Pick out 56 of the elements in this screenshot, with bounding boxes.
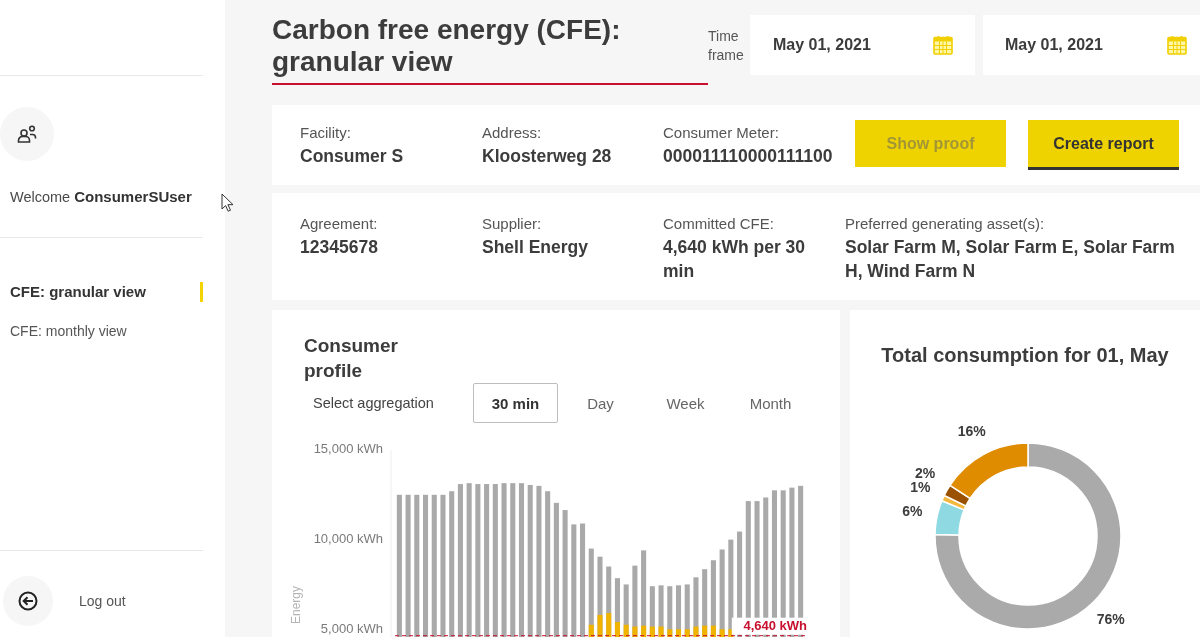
field-label: Facility: bbox=[300, 123, 352, 143]
chart-title: Total consumption for 01, May bbox=[881, 343, 1169, 368]
sidebar-nav-item[interactable]: CFE: granular view bbox=[0, 282, 203, 302]
cfe-bar bbox=[649, 626, 655, 637]
axis-title: Energy bbox=[289, 586, 303, 624]
axis-tick-label: 10,000 kWh bbox=[313, 531, 383, 547]
aggregation-label: Select aggregation bbox=[313, 395, 435, 411]
cfe-bar bbox=[606, 613, 612, 637]
sidebar-nav-item[interactable]: CFE: monthly view bbox=[0, 321, 203, 341]
field-value: Shell Energy bbox=[482, 236, 589, 259]
field-label: Address: bbox=[482, 123, 543, 143]
field-value: Solar Farm M, Solar Farm E, Solar Farm H, Wind Farm N bbox=[845, 236, 1176, 283]
aggregation-tab[interactable]: 30 min bbox=[473, 383, 558, 423]
field-value: Consumer S bbox=[300, 145, 405, 168]
axis-tick-label: 5,000 kWh bbox=[320, 620, 383, 636]
field-label: Committed CFE: bbox=[663, 214, 775, 234]
cfe-bar bbox=[710, 625, 716, 637]
create-report-button[interactable]: Create report bbox=[1028, 120, 1179, 170]
field-value: Kloosterweg 28 bbox=[482, 145, 613, 168]
page-title: Carbon free energy (CFE): granular view bbox=[272, 14, 708, 85]
axis-tick-label: 15,000 kWh bbox=[313, 441, 383, 457]
slice-label: 1% bbox=[910, 478, 931, 495]
time-frame-label: Time frame bbox=[708, 27, 745, 65]
cfe-bar bbox=[702, 625, 708, 637]
date-field[interactable]: May 01, 2021 bbox=[750, 15, 975, 75]
slice-label: 16% bbox=[957, 423, 986, 439]
cfe-bar bbox=[684, 629, 690, 637]
cfe-bar bbox=[588, 624, 594, 637]
cfe-bar bbox=[632, 626, 638, 637]
cfe-bar bbox=[614, 622, 620, 637]
calendar-icon bbox=[933, 35, 953, 55]
cfe-bar bbox=[667, 629, 673, 637]
logout-icon bbox=[3, 575, 53, 626]
cfe-bar bbox=[719, 629, 725, 637]
cfe-bar bbox=[658, 626, 664, 637]
field-label: Supplier: bbox=[482, 214, 543, 234]
reference-line-label: 4,640 kWh bbox=[743, 618, 807, 634]
cfe-bar bbox=[676, 629, 682, 637]
field-value: 4,640 kWh per 30 min bbox=[663, 236, 807, 283]
cfe-bar bbox=[623, 624, 629, 637]
slice-label: 6% bbox=[902, 503, 923, 519]
logout-button[interactable]: Log out bbox=[3, 575, 126, 626]
calendar-icon bbox=[1167, 35, 1187, 55]
cfe-bar bbox=[597, 614, 603, 637]
cfe-bar bbox=[641, 625, 647, 637]
card-title: Consumer profile bbox=[304, 334, 399, 383]
field-value: 12345678 bbox=[300, 236, 379, 259]
cfe-bar bbox=[693, 626, 699, 637]
date-field[interactable]: May 01, 2021 bbox=[983, 15, 1200, 75]
slice-label: 76% bbox=[1096, 610, 1125, 627]
slice-label: 2% bbox=[915, 464, 936, 481]
field-value: 000011110000111100 bbox=[663, 145, 834, 168]
welcome-text: Welcome ConsumerSUser bbox=[9, 188, 193, 205]
field-label: Agreement: bbox=[300, 214, 379, 234]
field-label: Preferred generating asset(s): bbox=[845, 214, 1046, 234]
field-label: Consumer Meter: bbox=[663, 123, 780, 143]
